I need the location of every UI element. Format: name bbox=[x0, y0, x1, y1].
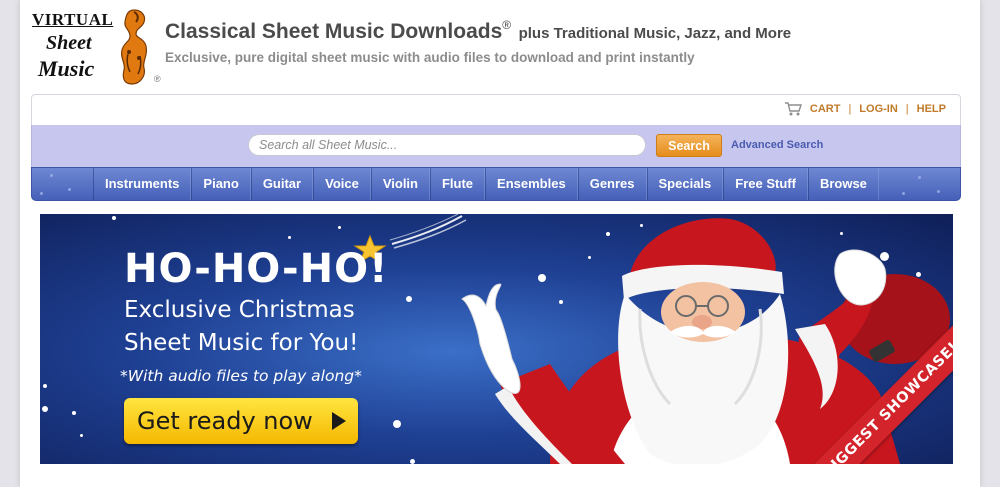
login-link[interactable]: LOG-IN bbox=[859, 103, 898, 115]
snowflake bbox=[42, 406, 48, 412]
decorative-dot bbox=[902, 192, 905, 195]
nav-item-flute[interactable]: Flute bbox=[429, 168, 486, 200]
decorative-dot bbox=[918, 176, 921, 179]
nav-items: Instruments Piano Guitar Voice Violin Fl… bbox=[93, 168, 879, 200]
nav-item-ensembles[interactable]: Ensembles bbox=[485, 168, 578, 200]
search-button[interactable]: Search bbox=[656, 134, 722, 157]
help-link[interactable]: HELP bbox=[917, 103, 946, 115]
get-ready-now-button[interactable]: Get ready now bbox=[124, 398, 358, 444]
banner-subtitle-line1: Exclusive Christmas bbox=[124, 297, 355, 323]
site-logo[interactable]: VIRTUAL Sheet Music ® bbox=[32, 6, 161, 86]
search-input[interactable] bbox=[248, 134, 646, 156]
nav-item-voice[interactable]: Voice bbox=[313, 168, 371, 200]
violin-icon bbox=[120, 9, 148, 85]
decorative-dot bbox=[40, 192, 43, 195]
banner-subtitle: Exclusive Christmas Sheet Music for You! bbox=[124, 294, 358, 360]
page-container: VIRTUAL Sheet Music ® Classical Sheet Mu… bbox=[20, 0, 980, 487]
snowflake bbox=[72, 411, 76, 415]
link-separator: | bbox=[848, 103, 852, 115]
play-arrow-icon bbox=[332, 412, 346, 430]
account-links: CART | LOG-IN | HELP bbox=[784, 101, 946, 117]
decorative-dot bbox=[68, 188, 71, 191]
logo-registered-mark: ® bbox=[154, 74, 161, 84]
nav-item-instruments[interactable]: Instruments bbox=[93, 168, 192, 200]
cart-icon[interactable] bbox=[784, 101, 802, 117]
nav-item-browse[interactable]: Browse bbox=[807, 168, 879, 200]
decorative-dot bbox=[937, 190, 940, 193]
nav-item-free-stuff[interactable]: Free Stuff bbox=[723, 168, 808, 200]
headline-title: Classical Sheet Music Downloads bbox=[165, 20, 503, 43]
top-links-bar: CART | LOG-IN | HELP bbox=[31, 94, 961, 125]
snowflake bbox=[112, 216, 116, 220]
logo-text-music: Music bbox=[38, 56, 95, 81]
nav-item-specials[interactable]: Specials bbox=[646, 168, 724, 200]
nav-item-violin[interactable]: Violin bbox=[370, 168, 430, 200]
cart-link[interactable]: CART bbox=[810, 103, 841, 115]
link-separator: | bbox=[905, 103, 909, 115]
nav-item-guitar[interactable]: Guitar bbox=[250, 168, 314, 200]
advanced-search-link[interactable]: Advanced Search bbox=[731, 139, 823, 151]
headline-suffix: plus Traditional Music, Jazz, and More bbox=[518, 25, 792, 42]
snowflake bbox=[288, 236, 291, 239]
logo-text-virtual: VIRTUAL bbox=[32, 10, 114, 29]
banner-note: *With audio files to play along* bbox=[120, 367, 362, 385]
nav-item-piano[interactable]: Piano bbox=[191, 168, 251, 200]
main-nav: Instruments Piano Guitar Voice Violin Fl… bbox=[31, 167, 961, 201]
snowflake bbox=[43, 384, 47, 388]
christmas-promo-banner[interactable]: HO-HO-HO! Exclusive Christmas Sheet Musi… bbox=[40, 214, 953, 464]
decorative-dot bbox=[50, 174, 53, 177]
nav-item-genres[interactable]: Genres bbox=[577, 168, 647, 200]
cta-label: Get ready now bbox=[137, 407, 313, 435]
banner-subtitle-line2: Sheet Music for You! bbox=[124, 330, 359, 356]
site-headline: Classical Sheet Music Downloads® plus Tr… bbox=[165, 18, 792, 44]
site-tagline: Exclusive, pure digital sheet music with… bbox=[165, 50, 695, 65]
snowflake bbox=[80, 434, 83, 437]
search-bar: Search Advanced Search bbox=[31, 125, 961, 167]
banner-title: HO-HO-HO! bbox=[124, 246, 389, 292]
headline-registered-mark: ® bbox=[502, 18, 512, 32]
logo-text-sheet: Sheet bbox=[46, 32, 92, 54]
